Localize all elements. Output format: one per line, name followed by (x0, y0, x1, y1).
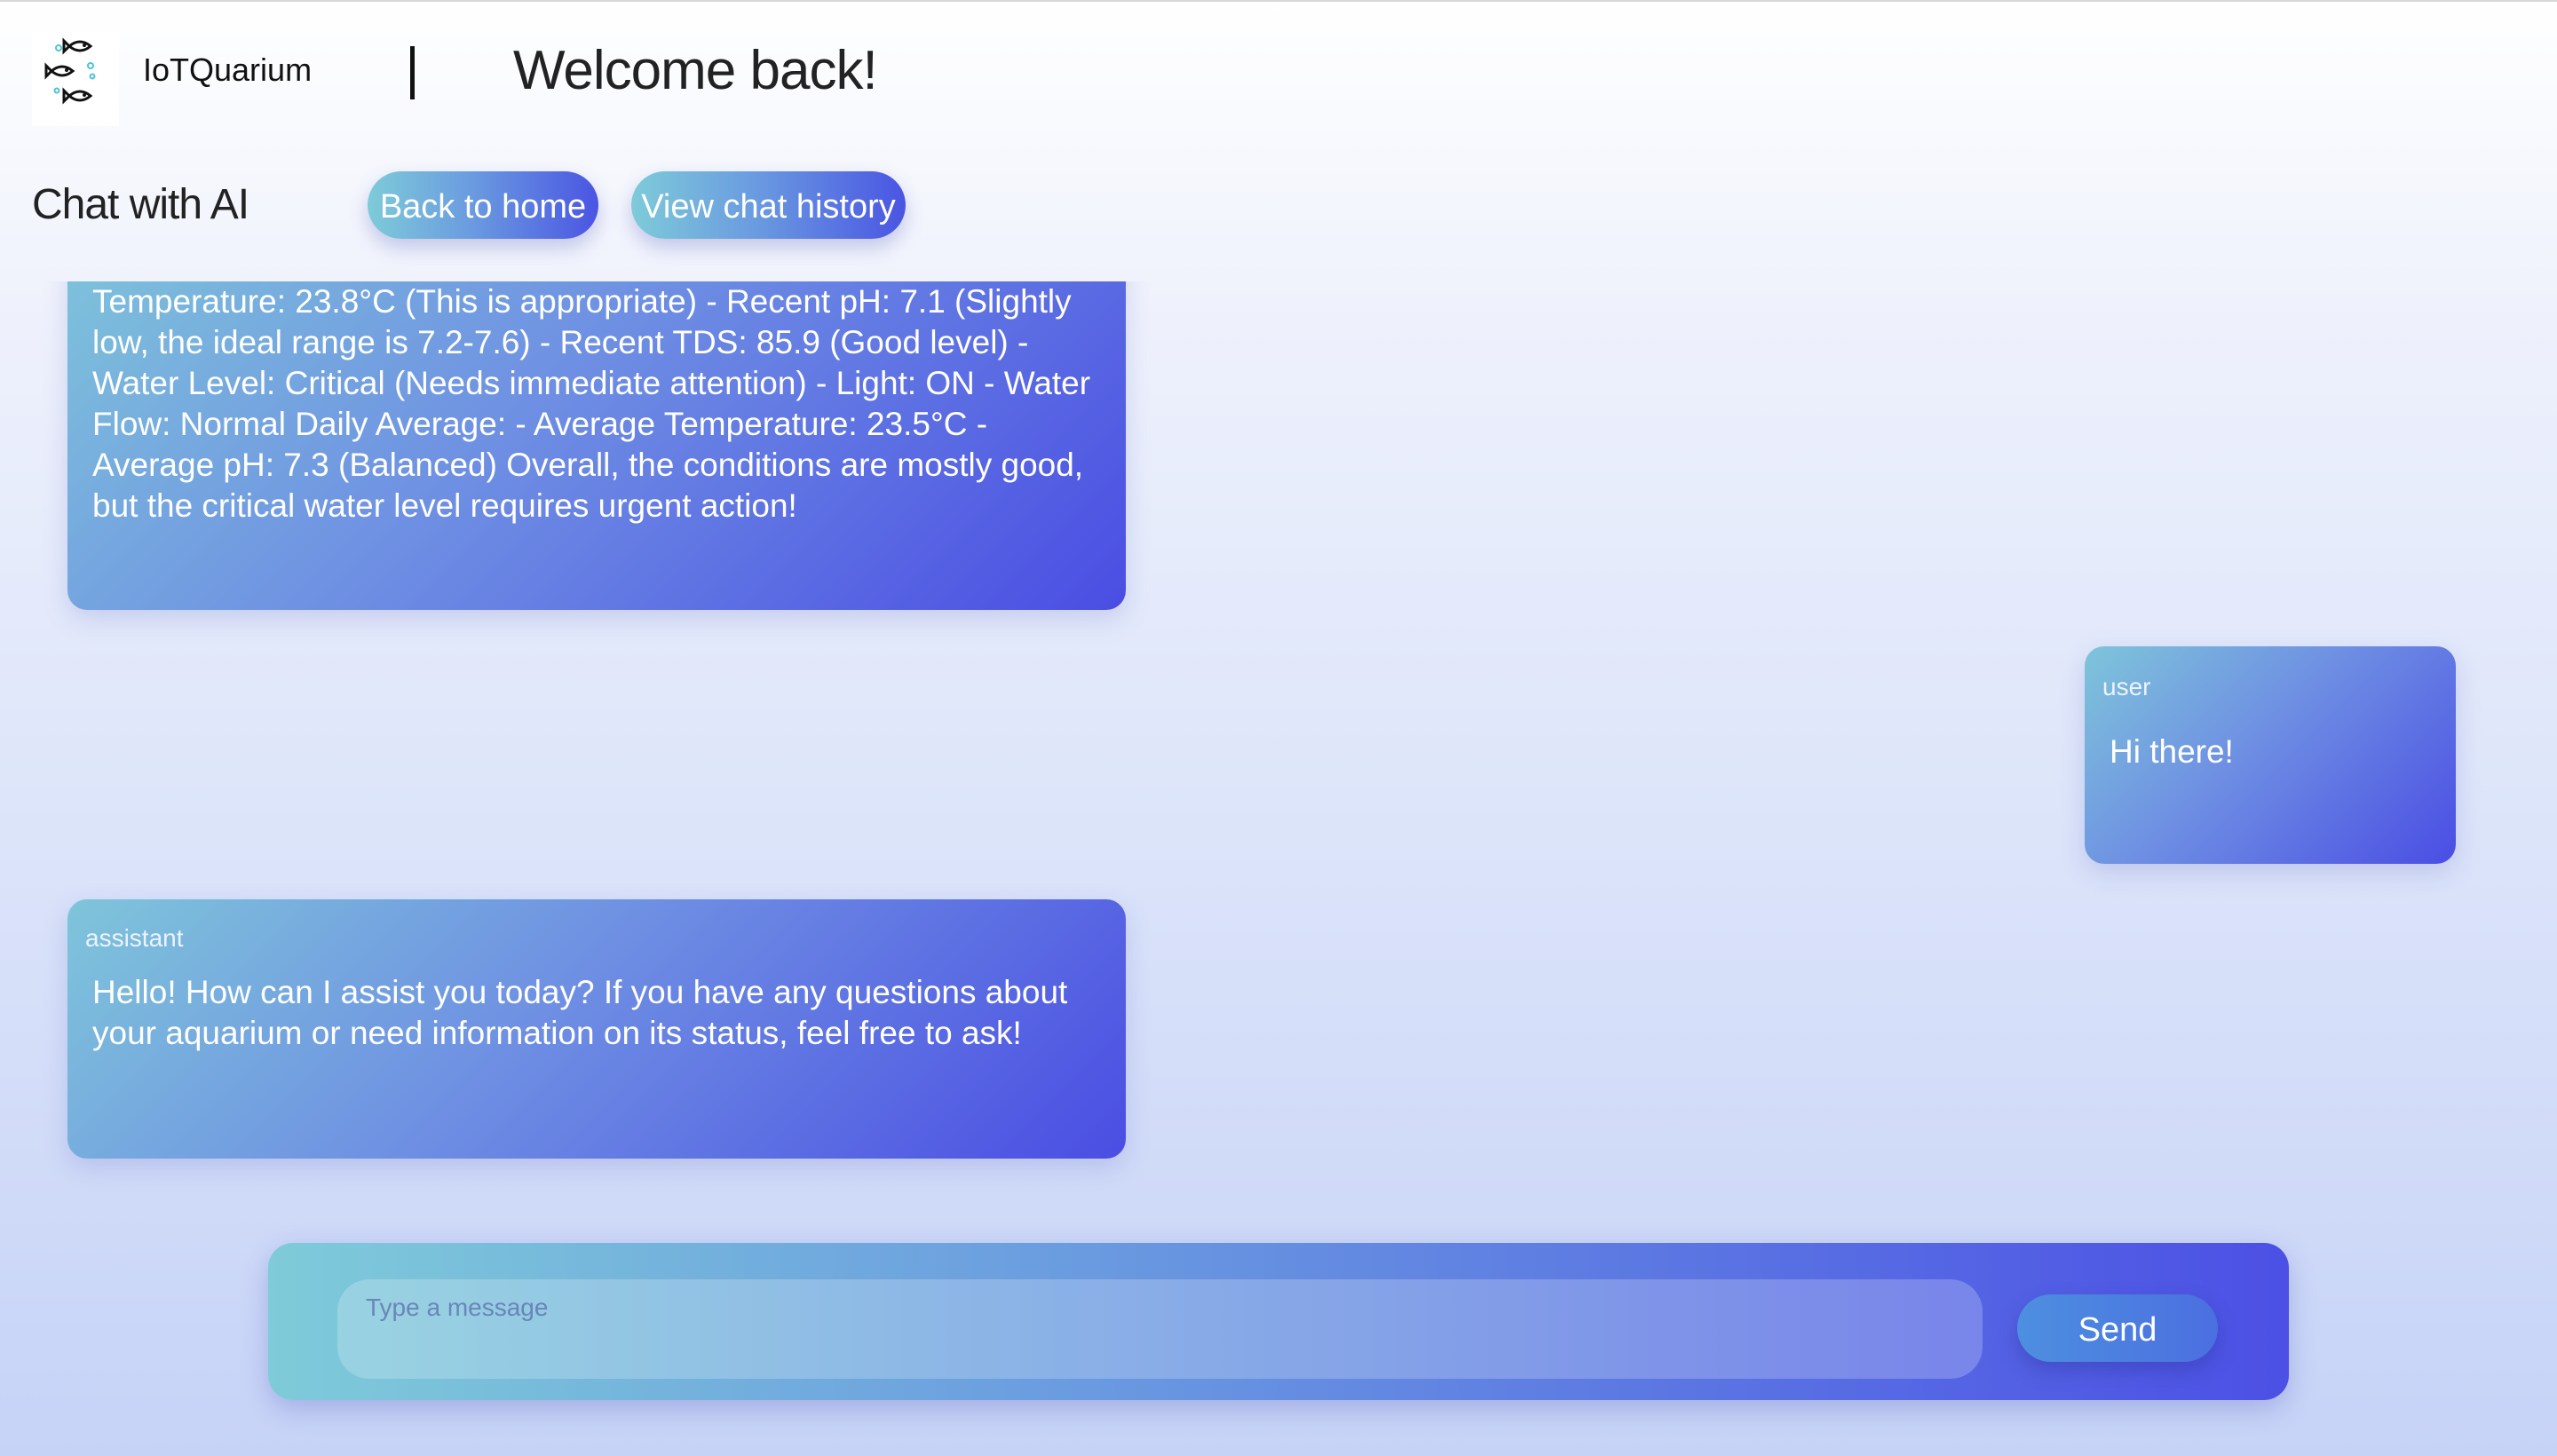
message-role: assistant (85, 924, 184, 952)
message-role: user (2102, 673, 2151, 700)
back-to-home-button[interactable]: Back to home (368, 171, 598, 239)
message-composer: Send (268, 1243, 2289, 1400)
message-text: Temperature: 23.8°C (This is appropriate… (92, 283, 1091, 524)
welcome-title: Welcome back! (513, 40, 878, 101)
chat-messages[interactable]: Temperature: 23.8°C (This is appropriate… (0, 281, 2557, 1214)
message-bubble-user: user Hi there! (2085, 646, 2456, 864)
brand-name: IoTQuarium (143, 51, 313, 88)
view-chat-history-button[interactable]: View chat history (631, 171, 906, 239)
send-button[interactable]: Send (2017, 1294, 2218, 1362)
header-divider (410, 46, 415, 99)
header: IoTQuarium Welcome back! (0, 2, 2557, 142)
message-bubble-assistant: assistant Hello! How can I assist you to… (67, 899, 1126, 1159)
page-title: Chat with AI (32, 181, 249, 228)
message-text: Hi there! (2110, 733, 2234, 770)
message-text: Hello! How can I assist you today? If yo… (92, 974, 1068, 1051)
fish-logo-icon (32, 32, 119, 126)
message-input[interactable] (337, 1279, 1983, 1379)
message-bubble-assistant: Temperature: 23.8°C (This is appropriate… (67, 281, 1126, 610)
